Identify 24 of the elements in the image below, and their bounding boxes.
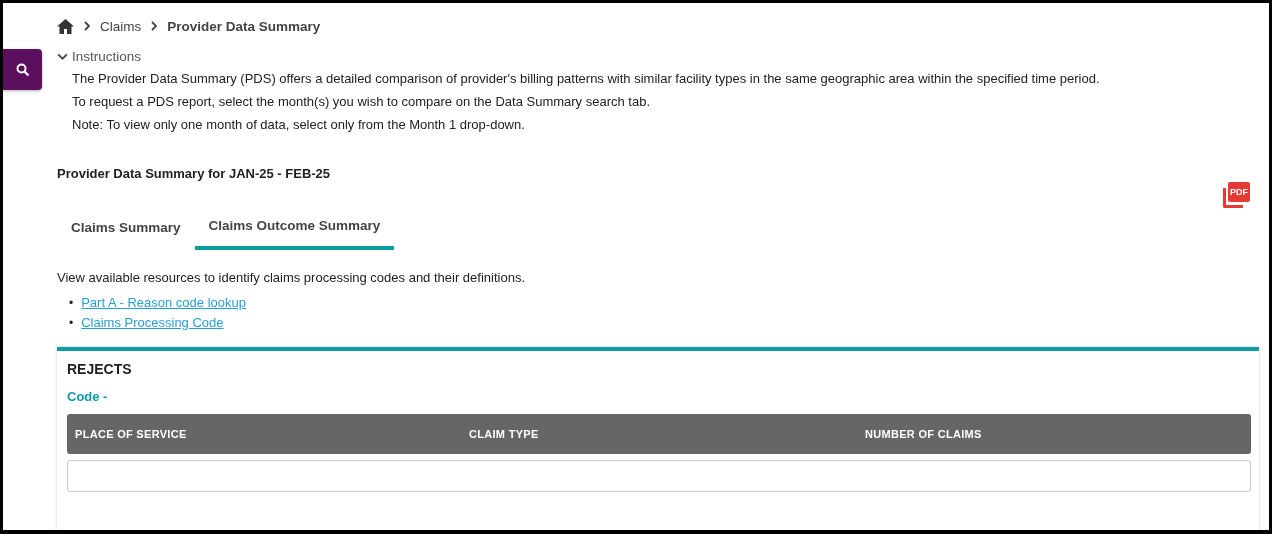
chevron-right-icon xyxy=(82,21,92,31)
instruction-text: Note: To view only one month of data, select only from the Month 1 drop-down. xyxy=(72,116,526,134)
chevron-down-icon xyxy=(57,51,68,62)
code-label: Code - xyxy=(67,389,109,404)
breadcrumb-item[interactable]: Claims xyxy=(100,18,142,34)
instruction-text: To request a PDS report, select the month(s) you wish to compare on the Data Summary search tab. xyxy=(72,93,652,111)
search-button[interactable] xyxy=(3,49,42,90)
tab[interactable]: Claims Summary xyxy=(57,210,195,250)
bullet: • xyxy=(69,315,74,332)
tab[interactable]: Claims Outcome Summary xyxy=(194,210,395,250)
column-header: CLAIM TYPE xyxy=(469,428,540,440)
breadcrumb-item: Provider Data Summary xyxy=(167,18,321,34)
resources-text: View available resources to identify claims processing codes and their definitions. xyxy=(57,270,526,285)
instruction-text: The Provider Data Summary (PDS) offers a detailed comparison of provider's billing patterns with similar facility types in the same geographic area within the specified time period. xyxy=(72,70,1101,88)
column-header: NUMBER OF CLAIMS xyxy=(865,428,983,440)
chevron-right-icon xyxy=(149,21,160,31)
home-icon[interactable] xyxy=(57,18,74,34)
bullet: • xyxy=(69,295,74,312)
report-title: Provider Data Summary for JAN-25 - FEB-25 xyxy=(57,165,331,181)
column-header: PLACE OF SERVICE xyxy=(75,428,188,440)
pdf-button[interactable]: PDF xyxy=(1228,182,1250,202)
section-title: REJECTS xyxy=(67,361,133,377)
search-icon xyxy=(15,62,30,77)
instructions-toggle[interactable]: Instructions xyxy=(57,49,142,64)
